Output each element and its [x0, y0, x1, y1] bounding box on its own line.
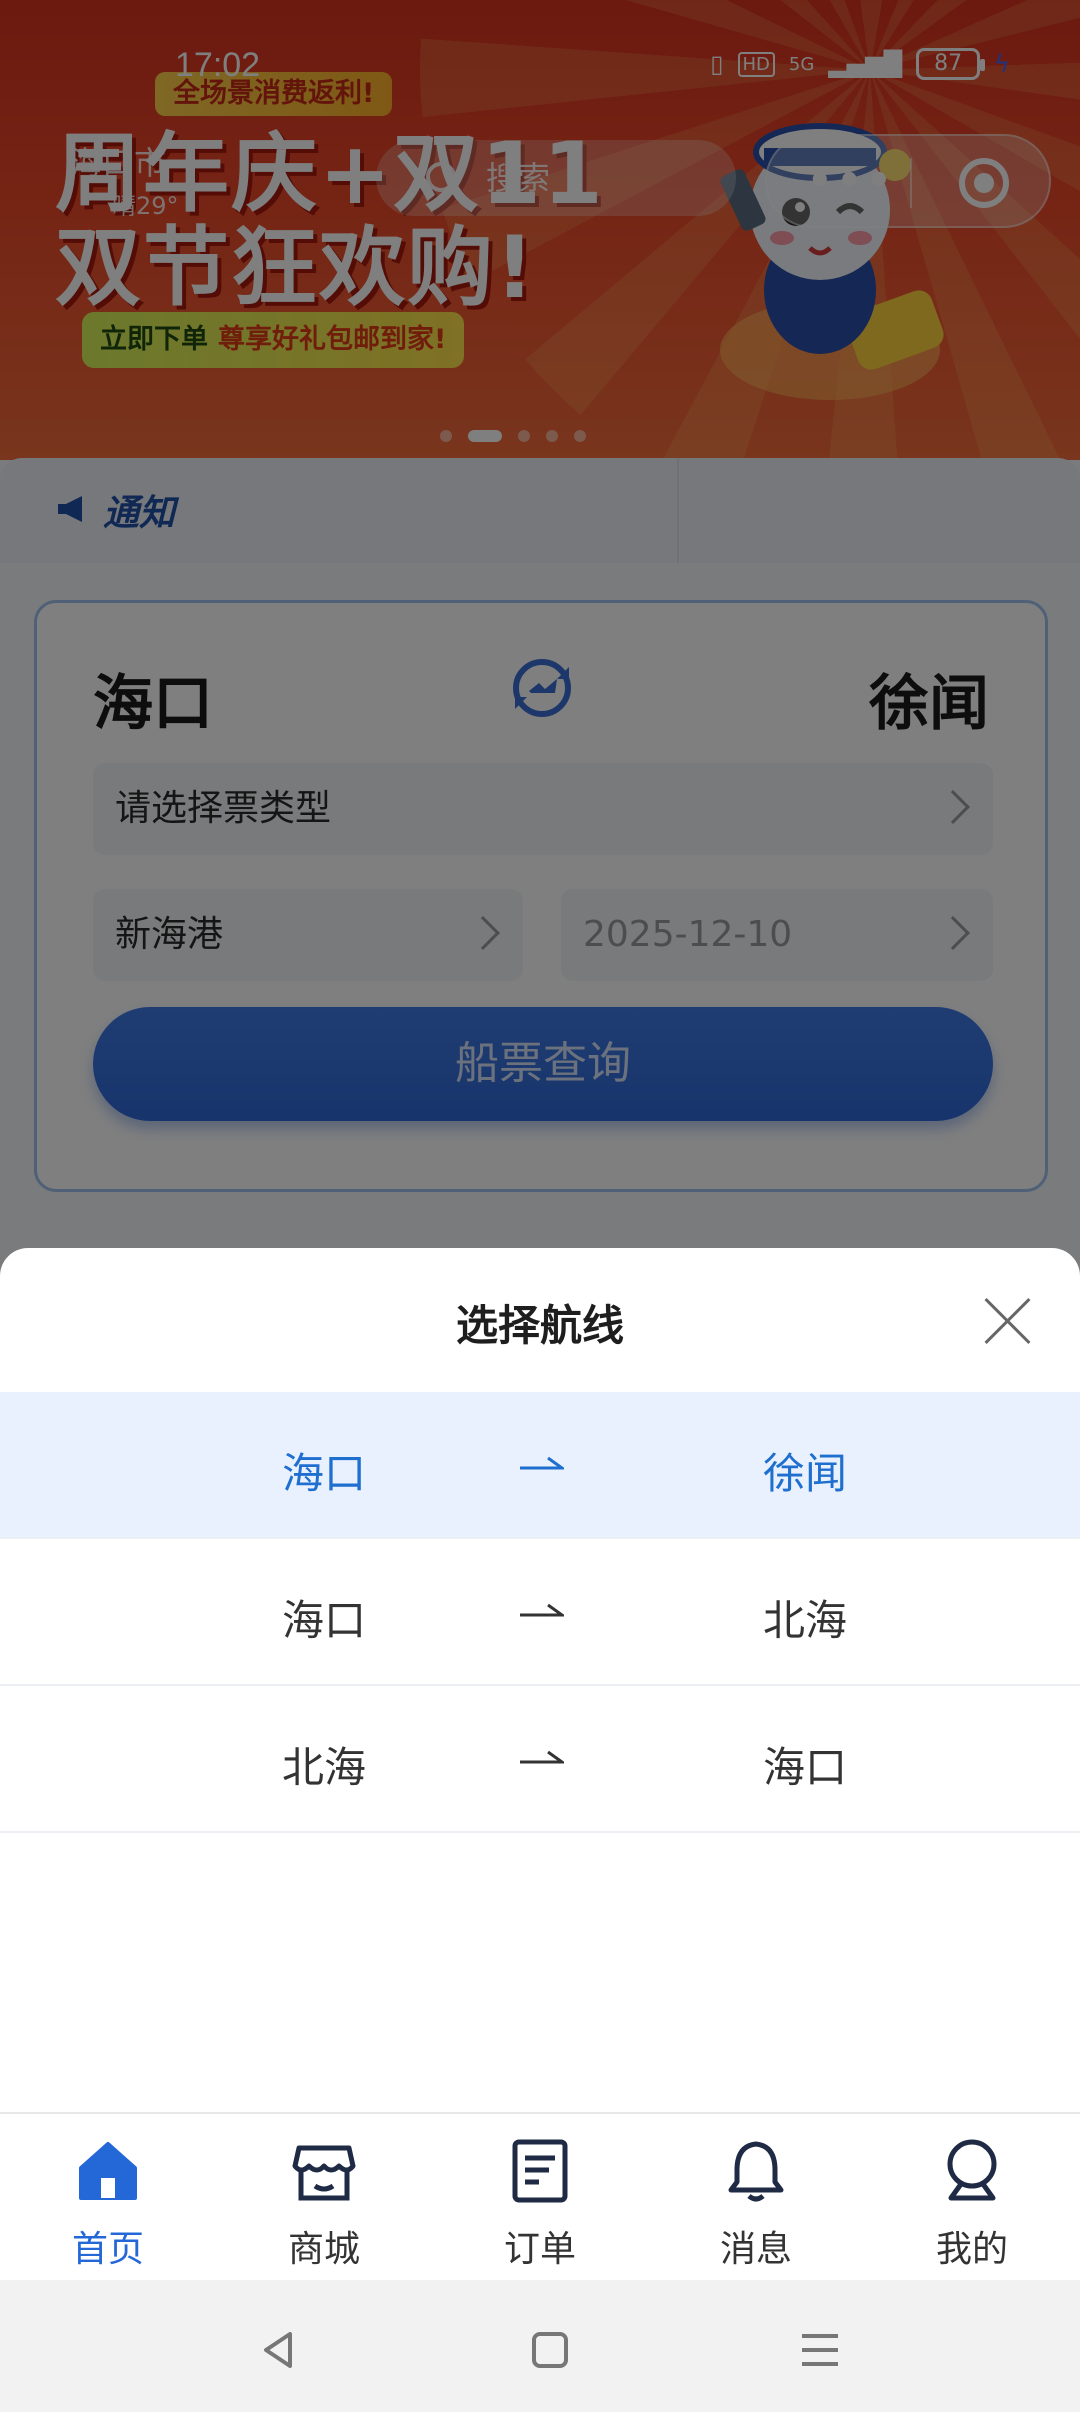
- menu-icon[interactable]: [790, 2320, 850, 2380]
- tab-label: 订单: [503, 2229, 576, 2270]
- sheet-title: 选择航线: [455, 1301, 624, 1350]
- route-item[interactable]: 北海 海口: [0, 1686, 1080, 1833]
- arrow-right-icon: [520, 1456, 564, 1470]
- route-from: 海口: [282, 1449, 367, 1498]
- tab-messages[interactable]: 消息: [648, 2114, 864, 2280]
- route-to: 北海: [763, 1596, 848, 1645]
- tab-orders[interactable]: 订单: [432, 2114, 648, 2280]
- arrow-right-icon: [520, 1750, 564, 1764]
- arrow-right-icon: [520, 1603, 564, 1617]
- order-icon: [512, 2139, 568, 2203]
- system-nav-bar: [0, 2280, 1080, 2412]
- route-item[interactable]: 海口 北海: [0, 1539, 1080, 1686]
- tab-store[interactable]: 商城: [216, 2114, 432, 2280]
- route-list: 海口 徐闻 海口 北海 北海 海口: [0, 1392, 1080, 1833]
- home-nav-icon[interactable]: [520, 2320, 580, 2380]
- app-page: 全场景消费返利! 周年庆+双11 双节狂欢购! 立即下单尊享好礼包邮到家!: [0, 0, 1080, 2412]
- back-icon[interactable]: [250, 2320, 310, 2380]
- tab-label: 首页: [71, 2229, 144, 2270]
- sheet-header: 选择航线: [0, 1248, 1080, 1392]
- tab-home[interactable]: 首页: [0, 2114, 216, 2280]
- home-icon: [79, 2142, 137, 2200]
- route-to: 海口: [763, 1743, 848, 1792]
- profile-icon: [947, 2139, 997, 2201]
- route-from: 北海: [282, 1743, 367, 1792]
- route-from: 海口: [282, 1596, 367, 1645]
- route-item-selected[interactable]: 海口 徐闻: [0, 1392, 1080, 1539]
- store-icon: [292, 2145, 356, 2201]
- tab-profile[interactable]: 我的: [864, 2114, 1080, 2280]
- tab-label: 商城: [287, 2229, 360, 2270]
- tab-label: 我的: [935, 2229, 1008, 2270]
- route-to: 徐闻: [763, 1449, 848, 1498]
- tab-label: 消息: [719, 2229, 792, 2270]
- bell-icon: [728, 2141, 784, 2202]
- close-icon[interactable]: [980, 1294, 1034, 1348]
- bottom-tab-bar: 首页 商城 订单 消息 我的: [0, 2112, 1080, 2280]
